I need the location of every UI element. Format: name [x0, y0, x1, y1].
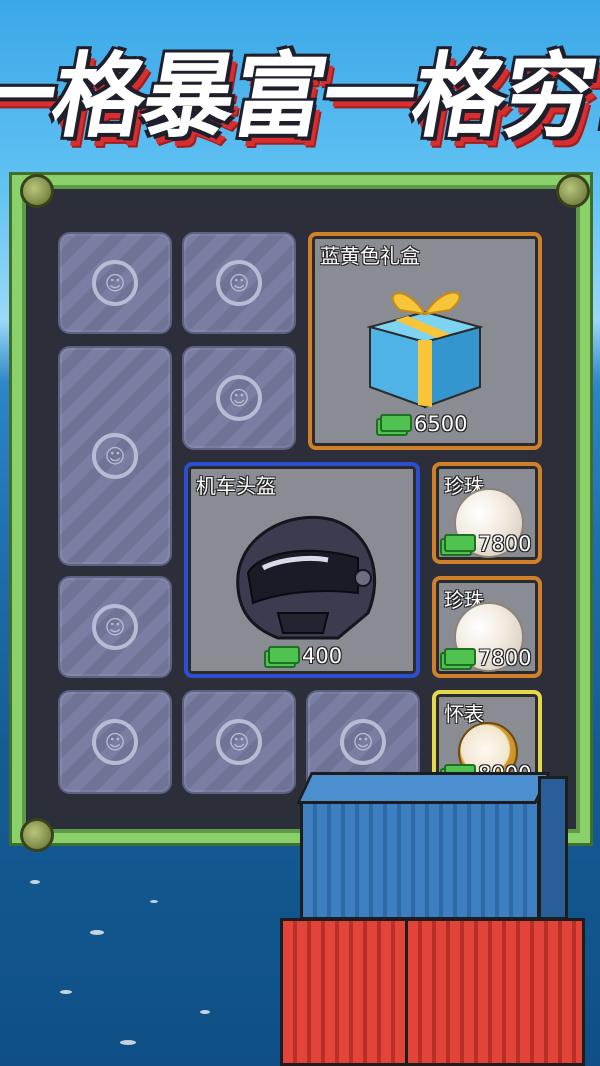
item-price: 400 [264, 644, 342, 668]
cash-icon [440, 648, 476, 670]
item-price: 6500 [376, 412, 467, 436]
red-shipping-container [280, 918, 415, 1066]
locked-tile[interactable]: ☺ [58, 232, 172, 334]
locked-tile[interactable]: ☺ [58, 346, 172, 566]
locked-tile[interactable]: ☺ [182, 346, 296, 450]
gift-box-icon [366, 291, 484, 409]
cat-coin-icon: ☺ [216, 375, 262, 421]
item-card-helmet[interactable]: 机车头盔 400 [184, 462, 420, 678]
game-title-banner: 一格暴富一格穷! [0, 18, 600, 158]
locked-tile[interactable]: ☺ [58, 576, 172, 678]
cat-coin-icon: ☺ [92, 719, 138, 765]
locked-tile[interactable]: ☺ [182, 232, 296, 334]
cat-coin-icon: ☺ [216, 260, 262, 306]
cat-coin-icon: ☺ [92, 433, 138, 479]
cat-coin-icon: ☺ [216, 719, 262, 765]
item-card-pearl[interactable]: 珍珠 7800 [432, 462, 542, 564]
blue-container-side [538, 776, 568, 920]
locked-tile[interactable]: ☺ [58, 690, 172, 794]
item-price: 7800 [440, 646, 531, 670]
item-price: 7800 [440, 532, 531, 556]
item-card-gift-box[interactable]: 蓝黄色礼盒 6500 [308, 232, 542, 450]
motorcycle-helmet-icon [236, 515, 376, 640]
bolt-icon [20, 818, 54, 852]
locked-tile[interactable]: ☺ [182, 690, 296, 794]
blue-shipping-container [300, 800, 540, 920]
cash-icon [376, 414, 412, 436]
cat-coin-icon: ☺ [92, 260, 138, 306]
blue-container-top [296, 772, 551, 804]
cash-icon [440, 534, 476, 556]
item-card-pearl[interactable]: 珍珠 7800 [432, 576, 542, 678]
item-name: 机车头盔 [196, 474, 276, 498]
game-title: 一格暴富一格穷! [0, 42, 600, 150]
cat-coin-icon: ☺ [340, 719, 386, 765]
cash-icon [264, 646, 300, 668]
bolt-icon [556, 174, 590, 208]
red-shipping-container [405, 918, 585, 1066]
bolt-icon [20, 174, 54, 208]
cat-coin-icon: ☺ [92, 604, 138, 650]
item-name: 蓝黄色礼盒 [320, 244, 420, 268]
